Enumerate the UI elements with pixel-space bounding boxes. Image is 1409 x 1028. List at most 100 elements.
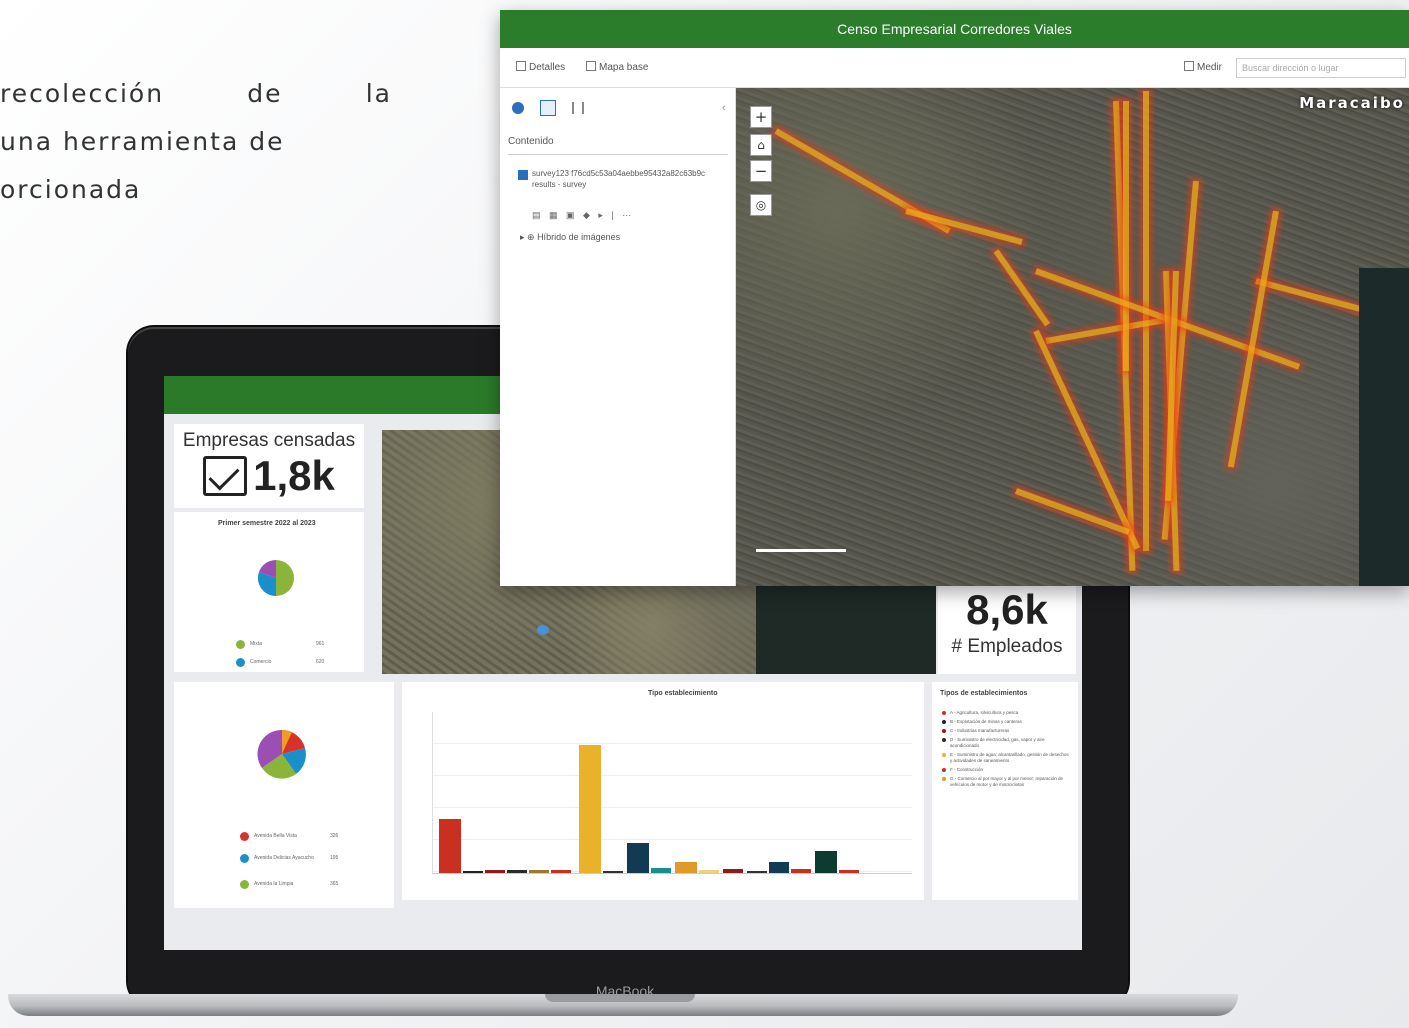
bar-chart-panel: Tipo establecimiento — [402, 682, 924, 900]
bar-g — [579, 745, 601, 873]
heat-corridor — [1227, 210, 1279, 468]
bar-chart-plot — [432, 712, 912, 874]
collapse-chevron-icon[interactable]: ‹ — [722, 102, 726, 114]
legend-label-comercio: Comercio — [250, 659, 272, 665]
legend-value-mixta: 961 — [316, 641, 325, 647]
expand-arrow-icon: ▸ ⊕ — [520, 232, 538, 242]
basemap-icon — [586, 61, 596, 71]
intro-line-3: orcionada — [0, 175, 142, 204]
pie-chart-2-panel: Avenida Bella Vista 326 Avenida Delicias… — [174, 682, 394, 908]
measure-label: Medir — [1197, 62, 1223, 73]
bar-b — [463, 871, 483, 873]
intro-line-1: recolección de la — [0, 79, 392, 108]
type-list-item: F - Construcción — [942, 767, 1072, 773]
type-bullet-icon — [942, 777, 946, 781]
ruler-icon — [1184, 61, 1194, 71]
home-button[interactable]: ⌂ — [750, 134, 772, 156]
type-label: D - Suministro de electricidad, gas, vap… — [950, 737, 1045, 748]
bar-c — [485, 870, 505, 873]
type-list-item: B - Explotación de minas y canteras — [942, 719, 1072, 725]
bar-k — [675, 862, 697, 873]
legend-value-comercio: 620 — [316, 659, 325, 665]
basemap-label: Mapa base — [599, 62, 649, 73]
types-list: A - Agricultura, silvicultura y pesca B -… — [942, 710, 1072, 791]
types-panel: Tipos de establecimientos A - Agricultur… — [932, 682, 1078, 900]
type-bullet-icon — [942, 768, 946, 772]
details-label: Detalles — [529, 62, 566, 73]
pie-chart-1 — [257, 560, 294, 596]
legend-label-bella-vista: Avenida Bella Vista — [254, 833, 297, 839]
scale-bar — [756, 549, 846, 552]
type-bullet-icon — [942, 753, 946, 757]
bar-f — [551, 870, 571, 873]
type-bullet-icon — [942, 720, 946, 724]
pie1-slice-mixta — [276, 560, 294, 596]
type-label: C - Industrias manufactureras — [950, 728, 1010, 733]
legend-value-delicias: 195 — [330, 855, 339, 861]
basemap-button[interactable]: Mapa base — [586, 61, 648, 73]
bar-h — [603, 871, 623, 873]
intro-text: recolección de la una herramienta de orc… — [0, 70, 400, 214]
zoom-out-button[interactable]: − — [750, 160, 772, 182]
checkbox-icon — [203, 456, 248, 496]
legend-swatch-comercio — [236, 658, 245, 667]
zoom-in-button[interactable]: + — [750, 106, 772, 128]
type-list-item: C - Industrias manufactureras — [942, 728, 1072, 734]
layer-tools-icons[interactable]: ▤ ▦ ▣ ◆ ▸ | ⋯ — [532, 210, 634, 221]
details-button[interactable]: Detalles — [516, 61, 565, 73]
bar-e — [529, 870, 549, 873]
lake-edge — [1359, 268, 1409, 586]
map-city-label: Maracaibo — [1299, 94, 1405, 112]
map-marker-icon — [537, 625, 549, 635]
about-icon[interactable] — [512, 102, 524, 114]
layer-name[interactable]: survey123 f76cd5c53a04aebbe95432a82c63b9… — [532, 168, 722, 190]
type-bullet-icon — [942, 729, 946, 733]
heat-corridor — [905, 208, 1023, 245]
measure-button[interactable]: Medir — [1184, 61, 1222, 73]
type-list-item: G - Comercio al por mayor y al por menor… — [942, 776, 1072, 788]
locate-button[interactable]: ◎ — [750, 194, 772, 216]
pie-chart-1-panel: Primer semestre 2022 al 2023 Mixta 961 C… — [174, 512, 364, 672]
type-bullet-icon — [942, 711, 946, 715]
map-app-window: Censo Empresarial Corredores Viales Deta… — [500, 10, 1409, 586]
pie-chart-1-title: Primer semestre 2022 al 2023 — [218, 520, 316, 527]
bar-q — [815, 851, 837, 873]
legend-icon[interactable] — [572, 102, 584, 114]
type-list-item: E - Suministro de agua; alcantarillado, … — [942, 752, 1072, 764]
search-input[interactable]: Buscar dirección o lugar — [1236, 58, 1406, 78]
basemap-layer[interactable]: ▸ ⊕ Híbrido de imágenes — [520, 232, 620, 243]
content-sidebar: ‹ Contenido survey123 f76cd5c53a04aebbe9… — [500, 88, 736, 586]
legend-value-limpia: 365 — [330, 881, 339, 887]
bar-n — [747, 871, 767, 873]
legend-label-delicias: Avenida Delicias Ayacucho — [254, 855, 314, 861]
main-map[interactable]: + ⌂ − ◎ Maracaibo — [736, 88, 1409, 586]
legend-label-mixta: Mixta — [250, 641, 262, 647]
bar-m — [723, 869, 743, 873]
kpi-employees-title: # Empleados — [951, 636, 1063, 657]
content-icon[interactable] — [540, 100, 556, 116]
type-label: E - Suministro de agua; alcantarillado, … — [950, 752, 1069, 763]
kpi-employees-panel: 8,6k # Empleados — [938, 574, 1076, 674]
type-label: F - Construcción — [950, 767, 984, 772]
bar-d — [507, 870, 527, 873]
bar-r — [839, 870, 859, 873]
window-title: Censo Empresarial Corredores Viales — [500, 10, 1409, 48]
type-label: B - Explotación de minas y canteras — [950, 719, 1022, 724]
bar-chart-title: Tipo establecimiento — [648, 690, 718, 697]
bar-p — [791, 869, 811, 873]
legend-swatch-mixta — [236, 640, 245, 649]
window-toolbar: Detalles Mapa base Medir Buscar direcció… — [500, 48, 1409, 88]
basemap-layer-label: Híbrido de imágenes — [537, 232, 621, 242]
legend-label-limpia: Avenida la Limpia — [254, 881, 294, 887]
type-label: A - Agricultura, silvicultura y pesca — [950, 710, 1019, 715]
bar-l — [699, 870, 719, 873]
intro-line-2: una herramienta de — [0, 127, 285, 156]
legend-swatch-limpia — [240, 880, 249, 889]
type-label: G - Comercio al por mayor y al por menor… — [950, 776, 1064, 787]
kpi-employees-value: 8,6k — [966, 586, 1048, 633]
bar-j — [651, 868, 671, 873]
legend-value-bella-vista: 326 — [330, 833, 339, 839]
kpi-companies-title: Empresas censadas — [182, 430, 356, 451]
layer-checkbox[interactable] — [518, 170, 528, 180]
heat-corridor — [993, 249, 1051, 327]
